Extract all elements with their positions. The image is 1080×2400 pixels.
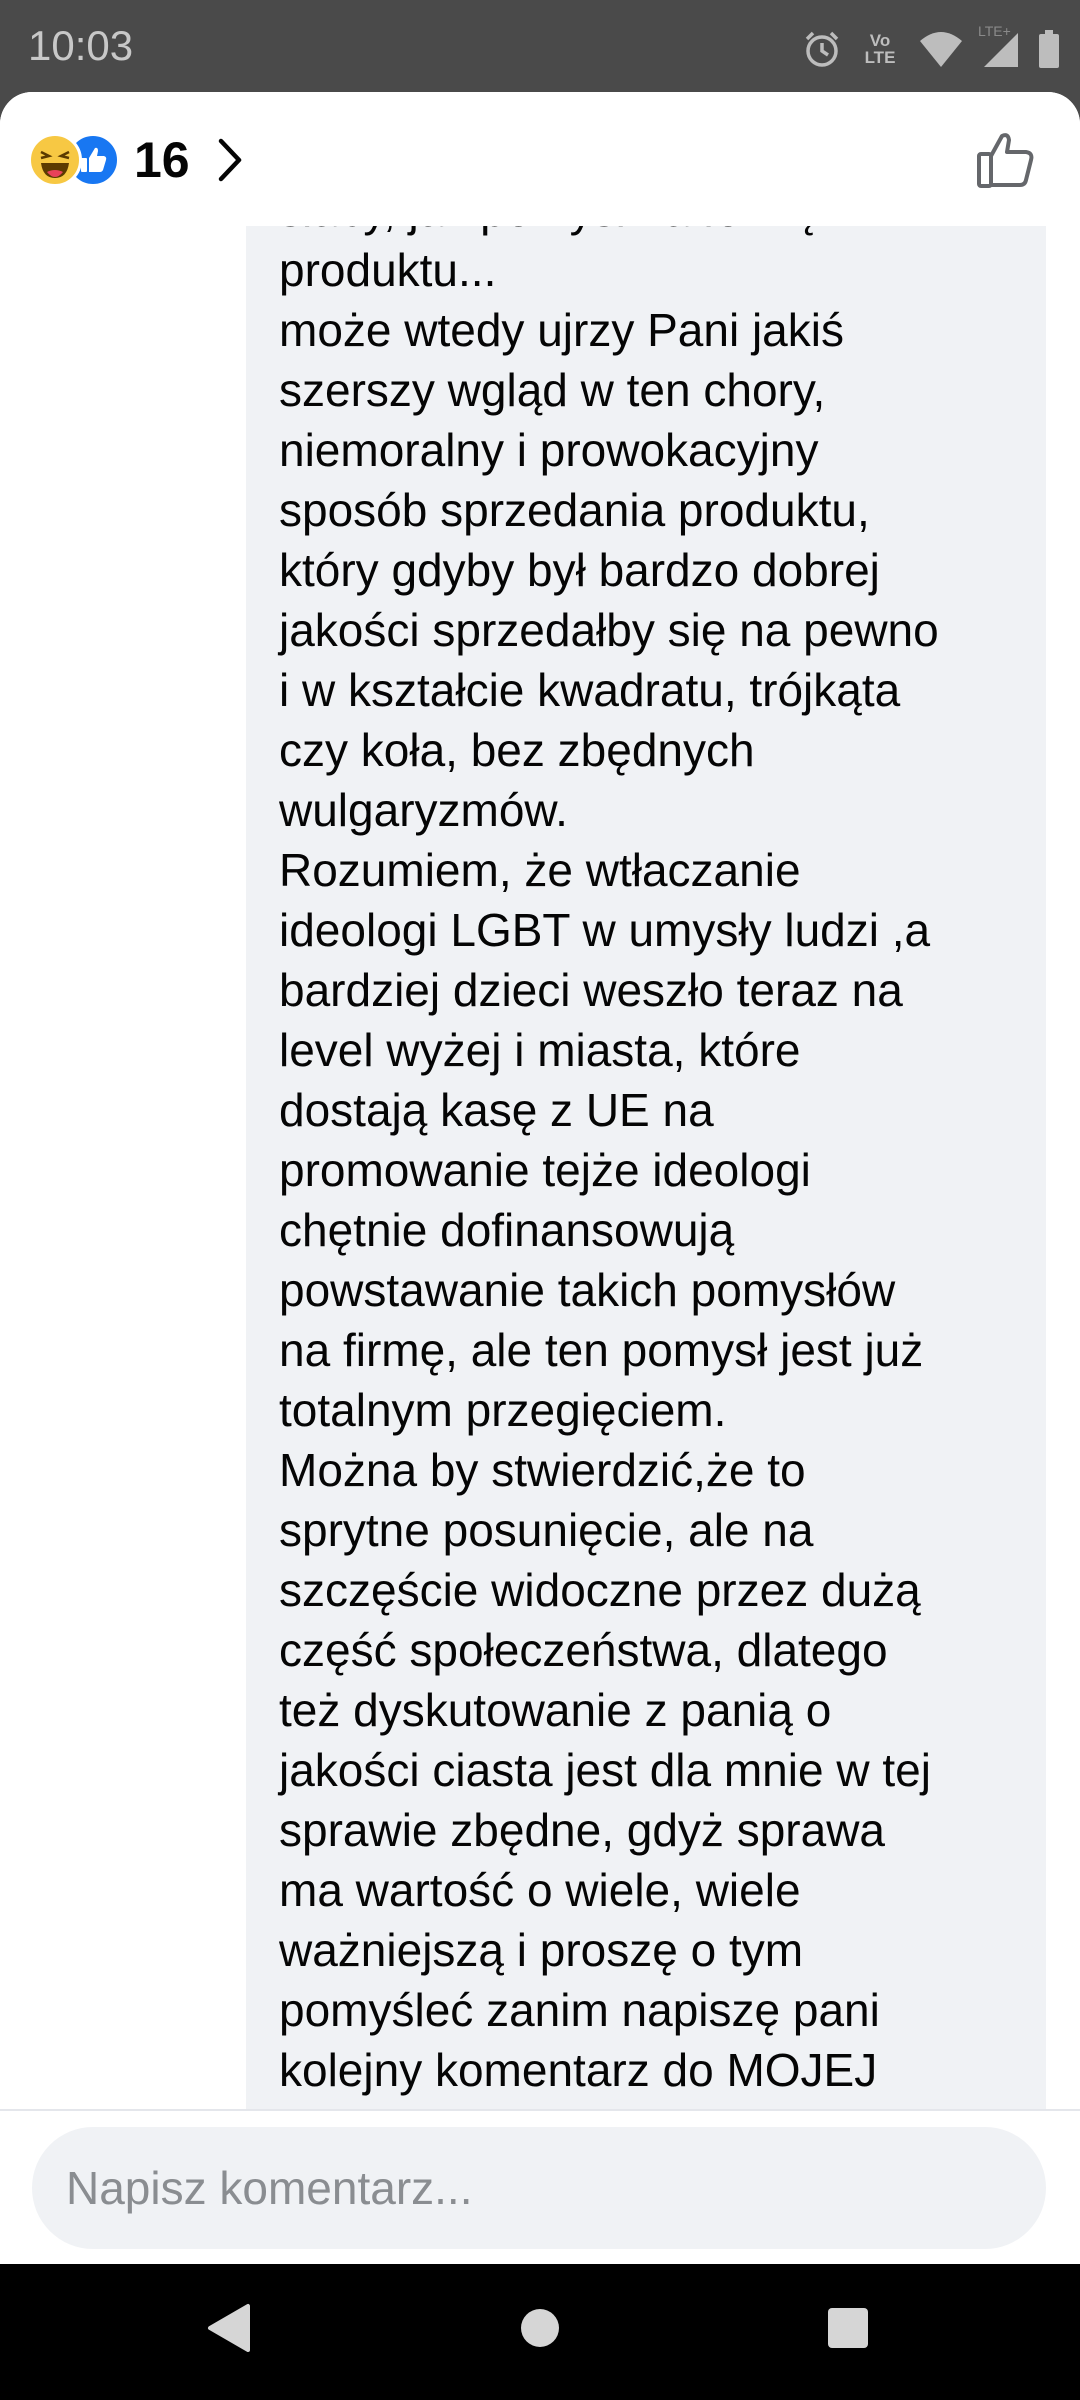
comment-line: Można by stwierdzić,że to bbox=[279, 1444, 806, 1496]
navigation-bar bbox=[0, 2264, 1080, 2400]
comment-line: wulgaryzmów. bbox=[279, 784, 568, 836]
comments-sheet: 16 słaby, jak pomysł na formę produktu...… bbox=[0, 92, 1080, 2264]
like-button[interactable] bbox=[974, 128, 1038, 192]
comment-line: produktu... bbox=[279, 244, 497, 296]
comment-line: szerszy wgląd w ten chory, bbox=[279, 364, 826, 416]
comment-line: powstawanie takich pomysłów bbox=[279, 1264, 896, 1316]
comment-line: totalnym przegięciem. bbox=[279, 1384, 727, 1436]
comment-line: szczęście widoczne przez dużą bbox=[279, 1564, 921, 1616]
comment-line: może wtedy ujrzy Pani jakiś bbox=[279, 304, 844, 356]
sheet-header: 16 bbox=[0, 92, 1080, 226]
comment-line: level wyżej i miasta, które bbox=[279, 1024, 801, 1076]
status-icons: Vo LTE LTE+ bbox=[802, 23, 1060, 74]
comment-input[interactable] bbox=[32, 2127, 1046, 2249]
comment-bubble: słaby, jak pomysł na formę produktu... moż… bbox=[246, 226, 1046, 2109]
comment-line: pomyśleć zanim napiszę pani bbox=[279, 1984, 880, 2036]
comment-line: dostają kasę z UE na bbox=[279, 1084, 714, 1136]
comment-line: jakości ciasta jest dla mnie w tej bbox=[279, 1744, 931, 1796]
comment-line: chętnie dofinansowują bbox=[279, 1204, 735, 1256]
comment-line: promowanie tejże ideologi bbox=[279, 1144, 811, 1196]
volte-icon: Vo LTE bbox=[860, 32, 900, 66]
comment-line: kolejny komentarz do MOJEJ bbox=[279, 2044, 878, 2096]
volte-label: Vo LTE bbox=[864, 31, 896, 67]
comment-line: ma wartość o wiele, wiele bbox=[279, 1864, 801, 1916]
comment-line: który gdyby był bardzo dobrej bbox=[279, 544, 880, 596]
chevron-right-icon bbox=[216, 136, 244, 184]
status-time: 10:03 bbox=[28, 22, 134, 69]
haha-icon bbox=[28, 133, 82, 187]
comment-text: słaby, jak pomysł na formę produktu... moż… bbox=[279, 226, 1024, 2100]
status-bar: 10:03 Vo LTE LTE+ bbox=[0, 0, 1080, 92]
back-icon[interactable] bbox=[204, 2300, 252, 2361]
comment-composer bbox=[0, 2109, 1080, 2264]
lte-label: LTE+ bbox=[978, 23, 1011, 39]
comment-line: ważniejszą i proszę o tym bbox=[279, 1924, 804, 1976]
comment-line: czy koła, bez zbędnych bbox=[279, 724, 755, 776]
comment-line: jakości sprzedałby się na pewno bbox=[279, 604, 939, 656]
reactions-summary[interactable]: 16 bbox=[28, 130, 244, 190]
comment-line: na firmę, ale ten pomysł jest już bbox=[279, 1324, 924, 1376]
comment-line: sposób sprzedania produktu, bbox=[279, 484, 870, 536]
comment-line: niemoralny i prowokacyjny bbox=[279, 424, 819, 476]
comment-line: sprawie zbędne, gdyż sprawa bbox=[279, 1804, 885, 1856]
wifi-icon bbox=[918, 29, 964, 69]
comment-line: i w kształcie kwadratu, trójkąta bbox=[279, 664, 901, 716]
comment-line: Rozumiem, że wtłaczanie bbox=[279, 844, 801, 896]
alarm-icon bbox=[802, 29, 842, 69]
comment-line: ideologi LGBT w umysły ludzi ,a bbox=[279, 904, 931, 956]
comment-area[interactable]: słaby, jak pomysł na formę produktu... moż… bbox=[0, 226, 1080, 2109]
recents-icon[interactable] bbox=[826, 2300, 874, 2361]
comment-line: sprytne posunięcie, ale na bbox=[279, 1504, 814, 1556]
comment-line: część społeczeństwa, dlatego bbox=[279, 1624, 888, 1676]
reaction-count: 16 bbox=[134, 132, 190, 188]
thumbs-up-icon bbox=[974, 133, 1038, 196]
home-icon[interactable] bbox=[520, 2300, 568, 2361]
signal-icon: LTE+ bbox=[978, 23, 1020, 69]
comment-line: bardziej dzieci weszło teraz na bbox=[279, 964, 903, 1016]
comment-line: też dyskutowanie z panią o bbox=[279, 1684, 832, 1736]
comment-line: słaby, jak pomysł na formę bbox=[279, 226, 1024, 240]
battery-icon bbox=[1038, 29, 1060, 69]
